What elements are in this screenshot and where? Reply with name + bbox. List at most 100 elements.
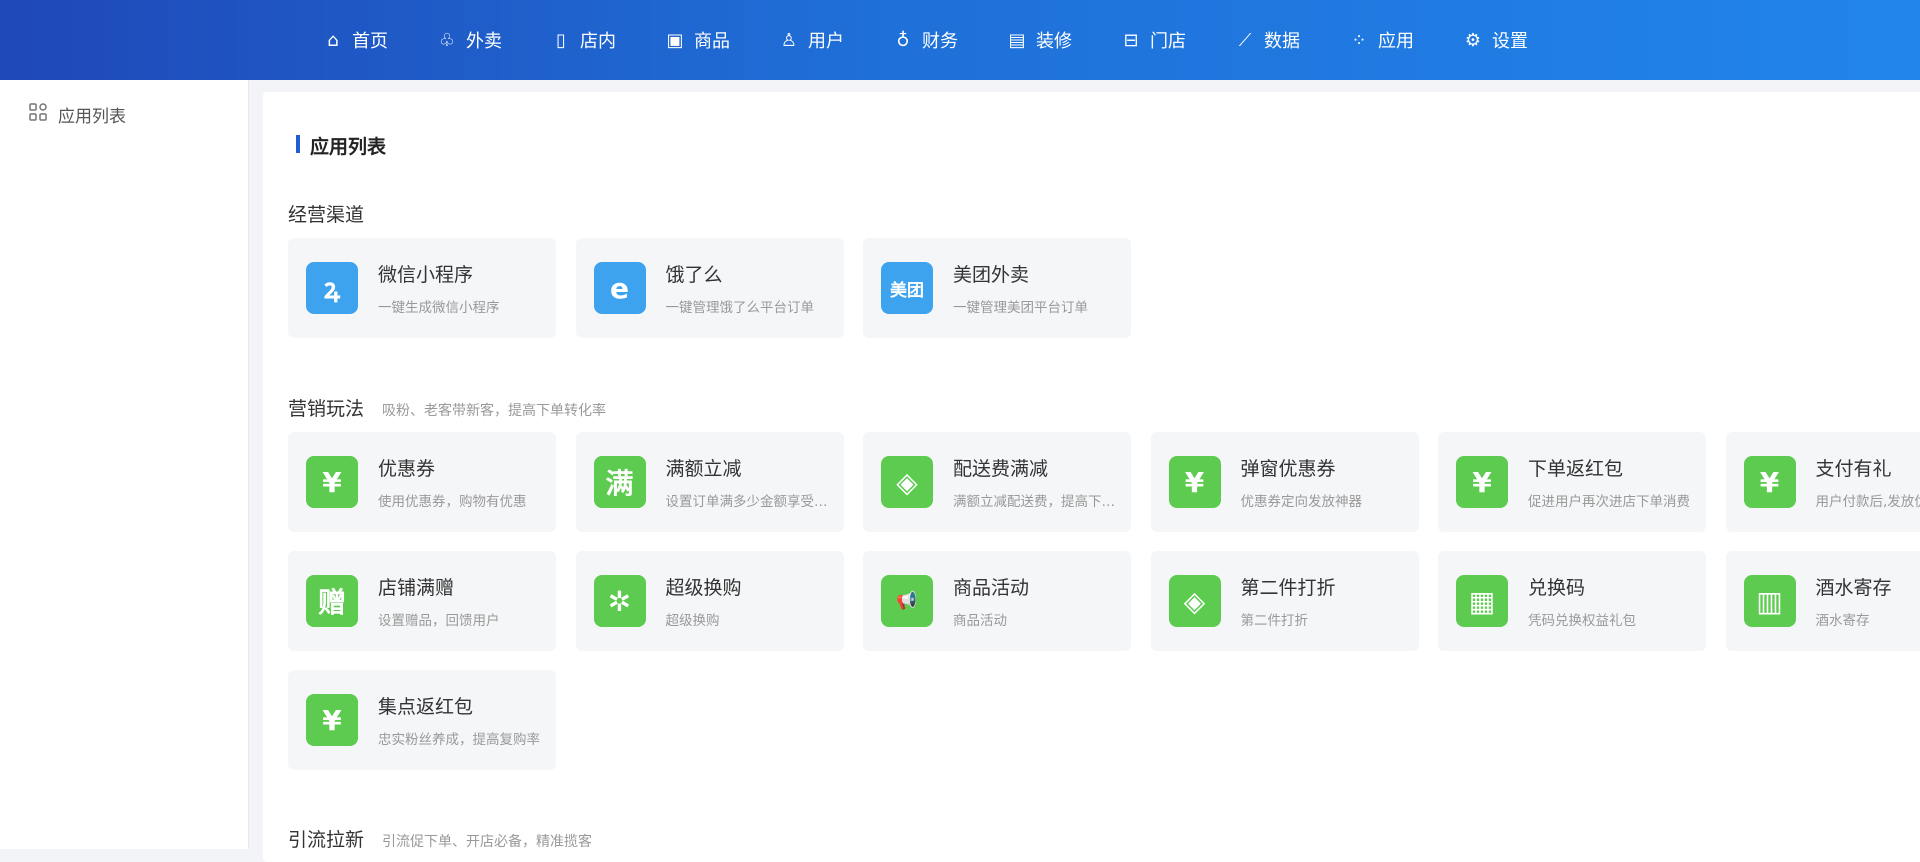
decoration-icon: ▤ [1006, 29, 1028, 51]
nav-item-6[interactable]: ▤ 装修 [1006, 27, 1072, 53]
app-desc: 一键管理饿了么平台订单 [666, 296, 836, 316]
app-desc: 酒水寄存 [1816, 609, 1920, 629]
sidebar-item-label: 应用列表 [58, 102, 126, 127]
app-title: 支付有礼 [1816, 454, 1892, 481]
megaphone-icon: 📢 [881, 575, 933, 627]
app-title: 配送费满减 [953, 454, 1048, 481]
pay-gift-icon: ¥ [1744, 456, 1796, 508]
user-icon: ♙ [778, 29, 800, 51]
app-card[interactable]: ¥ 支付有礼用户付款后,发放优惠券 [1726, 432, 1920, 532]
app-desc: 用户付款后,发放优惠券 [1816, 490, 1920, 510]
mini-program-icon: ꝝ [306, 262, 358, 314]
app-desc: 使用优惠券，购物有优惠 [378, 490, 548, 510]
nav-label: 外卖 [466, 27, 502, 53]
app-card[interactable]: ¥ 集点返红包忠实粉丝养成，提高复购率 [288, 670, 556, 770]
app-title: 弹窗优惠券 [1241, 454, 1336, 481]
app-desc: 设置订单满多少金额享受立减 [666, 490, 836, 510]
tag-icon: ◈ [881, 456, 933, 508]
app-card[interactable]: ¥优惠券使用优惠券，购物有优惠 [288, 432, 556, 532]
app-title: 满额立减 [666, 454, 742, 481]
nav-item-2[interactable]: ▯店内 [550, 27, 616, 53]
app-title: 美团外卖 [953, 260, 1029, 287]
app-desc: 第二件打折 [1241, 609, 1411, 629]
app-title: 超级换购 [666, 573, 742, 600]
red-packet-icon: ¥ [1456, 456, 1508, 508]
app-desc: 一键生成微信小程序 [378, 296, 548, 316]
nav-label: 用户 [808, 27, 844, 53]
nav-item-4[interactable]: ♙ 用户 [778, 27, 844, 53]
app-card[interactable]: ▦ 兑换码凭码兑换权益礼包 [1438, 551, 1706, 651]
nav-label: 首页 [352, 27, 388, 53]
app-desc: 超级换购 [666, 609, 836, 629]
nav-item-8[interactable]: ⟋ 数据 [1234, 27, 1300, 53]
app-title: 店铺满赠 [378, 573, 454, 600]
nav-item-0[interactable]: ⌂ 首页 [322, 27, 388, 53]
discount-tag-icon: ◈ [1169, 575, 1221, 627]
red-packet-icon: ¥ [306, 694, 358, 746]
full-reduce-icon: 满 [594, 456, 646, 508]
eleme-icon: e [594, 262, 646, 314]
app-card[interactable]: 📢商品活动商品活动 [863, 551, 1131, 651]
app-card[interactable]: 满满额立减设置订单满多少金额享受立减 [576, 432, 844, 532]
app-desc: 一键管理美团平台订单 [953, 296, 1123, 316]
section-header: 营销玩法吸粉、老客带新客，提高下单转化率 [288, 394, 606, 421]
goods-icon: ▣ [664, 29, 686, 51]
nav-label: 数据 [1264, 27, 1300, 53]
app-card[interactable]: ꝝ微信小程序一键生成微信小程序 [288, 238, 556, 338]
nav-item-1[interactable]: ♧ 外卖 [436, 27, 502, 53]
delivery-icon: ♧ [436, 29, 458, 51]
home-icon: ⌂ [322, 29, 344, 51]
app-title: 第二件打折 [1241, 573, 1336, 600]
app-card[interactable]: 美团美团外卖一键管理美团平台订单 [863, 238, 1131, 338]
nav-label: 商品 [694, 27, 730, 53]
nav-item-5[interactable]: ♁ 财务 [892, 27, 958, 53]
app-title: 集点返红包 [378, 692, 473, 719]
app-card[interactable]: ▥酒水寄存酒水寄存 [1726, 551, 1920, 651]
section-title: 引流拉新 [288, 825, 364, 852]
app-title: 商品活动 [953, 573, 1029, 600]
app-desc: 凭码兑换权益礼包 [1528, 609, 1698, 629]
section-title: 经营渠道 [288, 200, 364, 227]
money-bag-icon: ♁ [892, 29, 914, 51]
popup-coupon-icon: ¥ [1169, 456, 1221, 508]
app-title: 兑换码 [1528, 573, 1585, 600]
nav-label: 装修 [1036, 27, 1072, 53]
app-card[interactable]: ◈ 配送费满减满额立减配送费，提高下单率 [863, 432, 1131, 532]
app-card[interactable]: ◈第二件打折第二件打折 [1151, 551, 1419, 651]
page-title: 应用列表 [296, 132, 386, 159]
app-card[interactable]: ✲超级换购超级换购 [576, 551, 844, 651]
top-nav: ⌂ 首页 ♧ 外卖 ▯店内 ▣ 商品 ♙ 用户 ♁ 财务 ▤ 装修 ⊟ 门店 ⟋ 数据 ⁘应用 ⚙ 设置 [0, 0, 1920, 80]
nav-label: 门店 [1150, 27, 1186, 53]
wheel-icon: ✲ [594, 575, 646, 627]
section-header: 经营渠道 [288, 200, 364, 227]
meituan-icon: 美团 [881, 262, 933, 314]
app-desc: 设置赠品，回馈用户 [378, 609, 548, 629]
app-title: 下单返红包 [1528, 454, 1623, 481]
nav-label: 应用 [1378, 27, 1414, 53]
app-desc: 优惠券定向发放神器 [1241, 490, 1411, 510]
nav-item-7[interactable]: ⊟ 门店 [1120, 27, 1186, 53]
chart-icon: ⟋ [1234, 29, 1256, 51]
app-card[interactable]: 赠店铺满赠设置赠品，回馈用户 [288, 551, 556, 651]
nav-item-10[interactable]: ⚙ 设置 [1462, 27, 1528, 53]
sidebar-item-app-list[interactable]: 应用列表 [28, 102, 126, 127]
app-desc: 满额立减配送费，提高下单率 [953, 490, 1123, 510]
app-desc: 忠实粉丝养成，提高复购率 [378, 728, 548, 748]
app-card[interactable]: e 饿了么一键管理饿了么平台订单 [576, 238, 844, 338]
section-title: 营销玩法 [288, 394, 364, 421]
redeem-gift-icon: ▦ [1456, 575, 1508, 627]
nav-item-3[interactable]: ▣ 商品 [664, 27, 730, 53]
nav-label: 店内 [580, 27, 616, 53]
app-title: 饿了么 [666, 260, 723, 287]
app-desc: 商品活动 [953, 609, 1123, 629]
nav-item-9[interactable]: ⁘应用 [1348, 27, 1414, 53]
app-card[interactable]: ¥下单返红包促进用户再次进店下单消费 [1438, 432, 1706, 532]
shop-icon: ⊟ [1120, 29, 1142, 51]
app-card[interactable]: ¥ 弹窗优惠券优惠券定向发放神器 [1151, 432, 1419, 532]
section-subtitle: 吸粉、老客带新客，提高下单转化率 [382, 400, 606, 420]
gear-icon: ⚙ [1462, 29, 1484, 51]
nav-label: 设置 [1492, 27, 1528, 53]
nav-label: 财务 [922, 27, 958, 53]
section-header: 引流拉新引流促下单、开店必备，精准揽客 [288, 825, 592, 852]
sidebar: 应用列表 [0, 80, 249, 849]
